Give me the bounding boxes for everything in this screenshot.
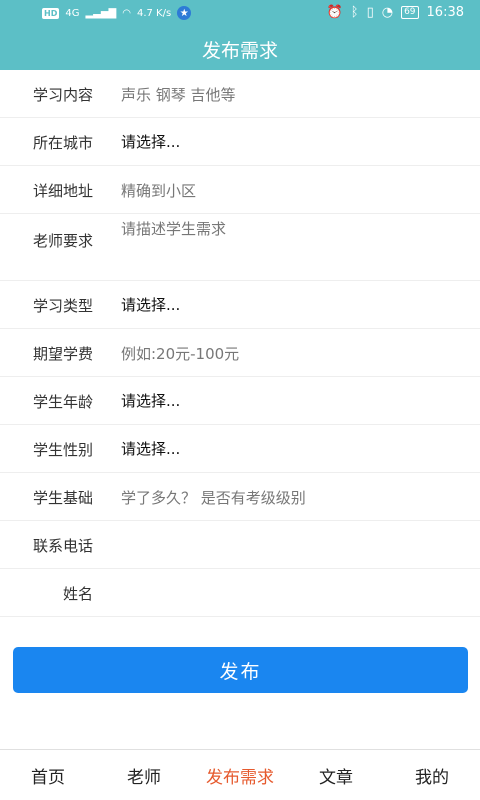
speedometer-icon: ◔ (381, 5, 394, 20)
form-row-gender[interactable]: 学生性别 请选择... (0, 425, 480, 473)
wifi-icon: ◠ (122, 7, 131, 19)
teacher-requirement-label: 老师要求 (32, 232, 93, 250)
basis-input[interactable]: 学了多久？ 是否有考级级别 (121, 487, 306, 508)
form-row-age[interactable]: 学生年龄 请选择... (0, 377, 480, 425)
age-label: 学生年龄 (32, 393, 93, 411)
city-label: 所在城市 (32, 134, 93, 152)
age-select[interactable]: 请选择... (121, 390, 180, 411)
net-speed: 4.7 K/s (136, 7, 172, 19)
form-row-fee[interactable]: 期望学费 例如:20元-100元 (0, 329, 480, 377)
status-right: ⏰ ᛒ ▯ ◔ 69 16:38 (327, 5, 464, 20)
phone-label: 联系电话 (32, 537, 93, 555)
status-bar: HD 4G ▂▃▅▇ ◠ 4.7 K/s ★ ⏰ ᛒ ▯ ◔ 69 16:38 (0, 0, 480, 28)
publish-button-label: 发布 (219, 660, 262, 683)
form-row-content[interactable]: 学习内容 声乐 钢琴 吉他等 (0, 70, 480, 118)
tab-home[interactable]: 首页 (0, 750, 96, 800)
bottom-tab-bar: 首页 老师 发布需求 文章 我的 (0, 749, 480, 800)
bluetooth-icon: ᛒ (350, 5, 359, 20)
address-input[interactable]: 精确到小区 (121, 180, 196, 201)
battery-icon: 69 (401, 6, 419, 19)
hd-indicator: HD (42, 7, 60, 19)
study-type-select[interactable]: 请选择... (121, 294, 180, 315)
tab-teachers[interactable]: 老师 (96, 750, 192, 800)
page-title: 发布需求 (201, 39, 278, 62)
form-row-address[interactable]: 详细地址 精确到小区 (0, 166, 480, 214)
clock: 16:38 (426, 5, 464, 20)
app-bar: 发布需求 (0, 28, 480, 70)
teacher-requirement-textarea[interactable]: 请描述学生需求 (121, 218, 226, 239)
tab-publish-request[interactable]: 发布需求 (192, 750, 288, 800)
tab-articles[interactable]: 文章 (288, 750, 384, 800)
address-label: 详细地址 (32, 182, 93, 200)
study-type-label: 学习类型 (32, 297, 93, 315)
form-row-name[interactable]: 姓名 (0, 569, 480, 617)
fee-label: 期望学费 (32, 345, 93, 363)
fee-input[interactable]: 例如:20元-100元 (121, 343, 239, 364)
request-form: 学习内容 声乐 钢琴 吉他等 所在城市 请选择... 详细地址 精确到小区 老师… (0, 70, 480, 617)
vibrate-icon: ▯ (366, 5, 374, 20)
status-left: HD 4G ▂▃▅▇ ◠ 4.7 K/s ★ (42, 6, 192, 20)
network-type: 4G (65, 7, 80, 19)
city-select[interactable]: 请选择... (121, 131, 180, 152)
form-row-city[interactable]: 所在城市 请选择... (0, 118, 480, 166)
form-row-study-type[interactable]: 学习类型 请选择... (0, 281, 480, 329)
basis-label: 学生基础 (32, 489, 93, 507)
gender-label: 学生性别 (32, 441, 93, 459)
content-label: 学习内容 (32, 86, 93, 104)
star-app-icon: ★ (177, 6, 192, 20)
content-input[interactable]: 声乐 钢琴 吉他等 (121, 84, 236, 105)
alarm-icon: ⏰ (326, 5, 343, 20)
tab-mine[interactable]: 我的 (384, 750, 480, 800)
publish-button[interactable]: 发布 (13, 647, 468, 693)
name-label: 姓名 (62, 585, 93, 603)
form-row-phone[interactable]: 联系电话 (0, 521, 480, 569)
signal-icon: ▂▃▅▇ (85, 7, 117, 19)
form-row-basis[interactable]: 学生基础 学了多久？ 是否有考级级别 (0, 473, 480, 521)
form-row-teacher-requirement[interactable]: 老师要求 请描述学生需求 (0, 214, 480, 281)
gender-select[interactable]: 请选择... (121, 438, 180, 459)
